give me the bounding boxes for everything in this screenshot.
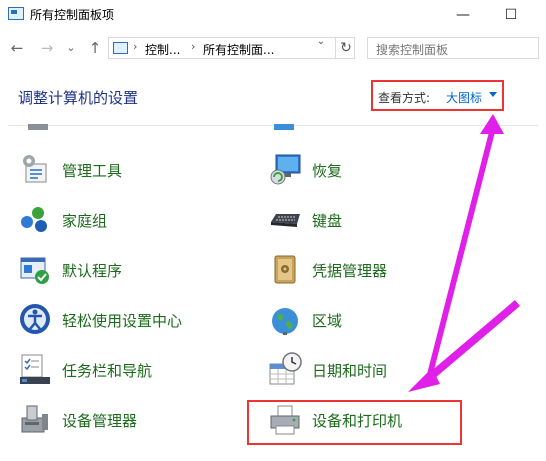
- date-time-icon: [269, 352, 302, 385]
- default-programs-icon: [20, 257, 49, 284]
- control-panel-item[interactable]: 凭据管理器: [268, 252, 468, 286]
- item-label: 区域: [312, 312, 343, 330]
- control-panel-item[interactable]: 管理工具: [18, 152, 218, 186]
- control-panel-icon: [8, 7, 24, 20]
- recovery-icon: [270, 154, 301, 185]
- dropdown-caret-icon[interactable]: [489, 92, 497, 97]
- devices-printers-icon: [270, 405, 300, 435]
- chevron-down-icon[interactable]: ⌄: [313, 36, 329, 47]
- control-panel-item[interactable]: 轻松使用设置中心: [18, 302, 218, 336]
- view-by-dropdown[interactable]: 大图标: [446, 89, 482, 106]
- control-panel-item[interactable]: 日期和时间: [268, 352, 468, 386]
- recent-locations-button[interactable]: ⌄: [62, 39, 80, 57]
- title-bar: 所有控制面板项 — ☐: [0, 0, 546, 30]
- control-panel-item[interactable]: 恢复: [268, 152, 468, 186]
- window-title: 所有控制面板项: [30, 8, 115, 22]
- page-title: 调整计算机的设置: [18, 89, 139, 107]
- item-label: 轻松使用设置中心: [62, 312, 183, 330]
- control-panel-item[interactable]: 家庭组: [18, 202, 218, 236]
- partial-icon: [28, 124, 48, 130]
- item-label: 设备和打印机: [312, 412, 403, 430]
- control-panel-icon: [113, 42, 128, 54]
- item-label: 凭据管理器: [312, 262, 388, 280]
- breadcrumb-item[interactable]: 控制...: [145, 41, 180, 58]
- control-panel-item[interactable]: 设备管理器: [18, 402, 218, 436]
- maximize-button[interactable]: ☐: [488, 0, 534, 30]
- item-label: 日期和时间: [312, 362, 388, 380]
- item-label: 恢复: [312, 162, 343, 180]
- homegroup-icon: [21, 207, 47, 232]
- credential-manager-icon: [274, 255, 296, 284]
- chevron-right-icon: ›: [133, 40, 138, 53]
- control-panel-item[interactable]: 键盘: [268, 202, 468, 236]
- refresh-button[interactable]: ↻: [335, 38, 356, 58]
- keyboard-icon: [271, 214, 300, 227]
- minimize-button[interactable]: —: [440, 0, 486, 30]
- taskbar-icon: [20, 354, 50, 384]
- control-panel-item[interactable]: 任务栏和导航: [18, 352, 218, 386]
- search-input[interactable]: 搜索控制面板: [367, 37, 539, 59]
- ease-of-access-icon: [20, 304, 50, 334]
- control-panel-item[interactable]: 设备和打印机: [268, 402, 458, 436]
- device-manager-icon: [21, 405, 48, 433]
- up-button[interactable]: ↑: [86, 39, 104, 57]
- item-label: 管理工具: [62, 162, 123, 180]
- chevron-right-icon: ›: [191, 40, 196, 53]
- back-button[interactable]: ←: [8, 39, 26, 57]
- item-label: 任务栏和导航: [62, 362, 153, 380]
- control-panel-item[interactable]: 区域: [268, 302, 468, 336]
- control-panel-item[interactable]: 默认程序: [18, 252, 218, 286]
- partial-icon: [274, 124, 294, 130]
- item-label: 默认程序: [62, 262, 123, 280]
- admin-tools-icon: [23, 155, 47, 183]
- forward-button[interactable]: →: [38, 39, 56, 57]
- view-by-label: 查看方式:: [378, 91, 431, 105]
- breadcrumb-item[interactable]: 所有控制面...: [203, 41, 274, 58]
- item-label: 设备管理器: [62, 412, 138, 430]
- item-label: 键盘: [312, 212, 343, 230]
- region-icon: [272, 308, 298, 335]
- item-label: 家庭组: [62, 212, 108, 230]
